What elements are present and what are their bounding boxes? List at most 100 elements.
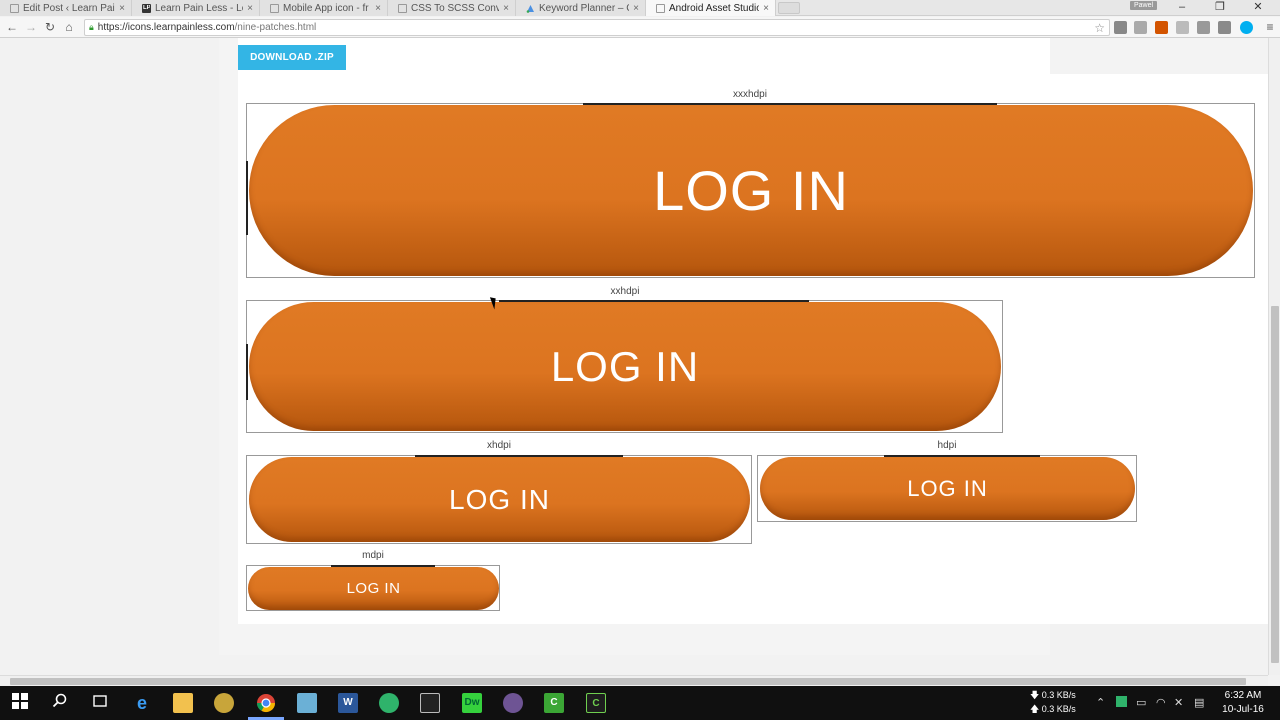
dreamweaver-icon[interactable]: Dw	[462, 693, 482, 713]
media-app-icon[interactable]	[214, 693, 234, 713]
tab-css-to-scss[interactable]: CSS To SCSS Conver ×	[388, 0, 516, 16]
vertical-scroll-thumb[interactable]	[1271, 306, 1279, 663]
tab-title: Keyword Planner – G	[539, 2, 630, 14]
new-tab-button[interactable]	[778, 2, 800, 14]
stretch-guide	[246, 161, 248, 235]
nine-patch-preview-xhdpi: LOG IN	[246, 455, 752, 544]
net-down: 0.3 KB/s	[1041, 690, 1076, 700]
system-clock[interactable]: 6:32 AM 10-Jul-16	[1218, 689, 1268, 717]
login-button-preview: LOG IN	[249, 105, 1253, 276]
page-icon	[270, 3, 279, 13]
close-tab-icon[interactable]: ×	[633, 3, 639, 14]
url-path: /nine-patches.html	[234, 22, 317, 33]
clock-time: 6:32 AM	[1224, 690, 1262, 701]
chrome-icon[interactable]	[256, 693, 276, 713]
nine-patch-preview-mdpi: LOG IN	[246, 565, 500, 611]
profile-badge[interactable]: Pawel	[1130, 1, 1158, 10]
network-speed: 🡇 0.3 KB/s 🡅 0.3 KB/s	[1030, 688, 1094, 716]
address-bar[interactable]: 🔒︎ https://icons.learnpainless.com/nine-…	[84, 19, 1110, 36]
notepad-icon[interactable]	[297, 693, 317, 713]
show-hidden-icons-icon[interactable]: ⌃	[1096, 696, 1105, 709]
skype-icon[interactable]	[1240, 21, 1253, 34]
tray-app-icon[interactable]	[1116, 696, 1127, 707]
tab-strip: Edit Post ‹ Learn Pain × LPL Learn Pain …	[0, 0, 1280, 16]
tab-android-asset-studio[interactable]: Android Asset Studio ×	[646, 0, 776, 16]
extension-icon[interactable]	[1155, 21, 1168, 34]
stretch-guide	[246, 344, 248, 400]
lpl-logo-icon: LPL	[142, 3, 151, 13]
extension-icon[interactable]	[1218, 21, 1231, 34]
camtasia-icon[interactable]: C	[544, 693, 564, 713]
download-zip-button[interactable]: DOWNLOAD .ZIP	[238, 45, 346, 70]
camtasia-recorder-icon[interactable]: C	[586, 693, 606, 713]
density-label-hdpi: hdpi	[937, 440, 957, 451]
task-view-icon[interactable]	[90, 693, 110, 713]
vertical-scrollbar[interactable]	[1268, 38, 1280, 675]
github-icon[interactable]	[503, 693, 523, 713]
windows-start-icon[interactable]	[10, 693, 30, 713]
file-explorer-icon[interactable]	[173, 693, 193, 713]
download-arrow-icon: 🡇	[1030, 690, 1040, 700]
login-button-preview: LOG IN	[249, 457, 750, 542]
density-label-xhdpi: xhdpi	[487, 440, 511, 451]
tab-keyword-planner[interactable]: Keyword Planner – G ×	[516, 0, 646, 16]
density-label-mdpi: mdpi	[362, 550, 384, 561]
chrome-menu-icon[interactable]: ≡	[1262, 19, 1278, 35]
extension-icon[interactable]	[1176, 21, 1189, 34]
forward-icon[interactable]: →	[23, 19, 39, 35]
nine-patch-preview-hdpi: LOG IN	[757, 455, 1137, 522]
close-tab-icon[interactable]: ×	[503, 3, 509, 14]
lock-icon: 🔒︎	[89, 22, 94, 32]
login-button-preview: LOG IN	[248, 567, 499, 610]
horizontal-scroll-thumb[interactable]	[10, 678, 1246, 685]
extension-icon[interactable]	[1134, 21, 1147, 34]
tab-title: CSS To SCSS Conver	[411, 2, 499, 14]
close-tab-icon[interactable]: ×	[763, 3, 769, 14]
close-tab-icon[interactable]: ×	[375, 3, 381, 14]
word-icon[interactable]: W	[338, 693, 358, 713]
tab-title: Edit Post ‹ Learn Pain	[23, 2, 116, 14]
green-app-icon[interactable]	[379, 693, 399, 713]
page-icon	[10, 3, 19, 13]
tab-title: Learn Pain Less - Lea	[155, 2, 244, 14]
home-icon[interactable]: ⌂	[61, 19, 77, 35]
tab-title: Android Asset Studio	[669, 2, 760, 14]
reload-icon[interactable]: ↻	[42, 19, 58, 35]
back-icon[interactable]: ←	[4, 19, 20, 35]
density-label-xxhdpi: xxhdpi	[610, 286, 640, 297]
url-host: https://icons.learnpainless.com	[97, 22, 235, 33]
tab-title: Mobile App icon - fr	[283, 2, 369, 14]
clock-date: 10-Jul-16	[1222, 704, 1264, 715]
upload-arrow-icon: 🡅	[1030, 704, 1040, 714]
extension-icon[interactable]	[1197, 21, 1210, 34]
tab-mobile-app-icon[interactable]: Mobile App icon - fr ×	[260, 0, 388, 16]
nine-patch-preview-xxhdpi: LOG IN	[246, 300, 1003, 433]
horizontal-scrollbar[interactable]	[0, 675, 1268, 686]
windows-taskbar: e W Dw C C 🡇 0.3 KB/s 🡅 0.3 KB/s ⌃ ▭ ◠ ✕…	[0, 686, 1280, 720]
tab-learn-pain-less[interactable]: LPL Learn Pain Less - Lea ×	[132, 0, 260, 16]
browser-toolbar: ← → ↻ ⌂ 🔒︎ https://icons.learnpainless.c…	[0, 17, 1280, 38]
login-button-preview: LOG IN	[760, 457, 1135, 520]
panel-header-strip	[1050, 38, 1268, 74]
close-window-icon[interactable]: ✕	[1240, 0, 1276, 14]
close-tab-icon[interactable]: ×	[247, 3, 253, 14]
restore-icon[interactable]: ❐	[1202, 0, 1238, 14]
extension-icon[interactable]	[1114, 21, 1127, 34]
search-icon[interactable]	[50, 693, 70, 713]
tab-edit-post[interactable]: Edit Post ‹ Learn Pain ×	[0, 0, 132, 16]
close-tab-icon[interactable]: ×	[119, 3, 125, 14]
page-icon	[656, 3, 665, 13]
page-viewport: DOWNLOAD .ZIP xxxhdpi LOG IN xxhdpi LOG …	[0, 38, 1268, 675]
bookmark-star-icon[interactable]: ☆	[1094, 21, 1105, 35]
wifi-icon[interactable]: ◠	[1156, 696, 1166, 709]
nine-patch-preview-xxxhdpi: LOG IN	[246, 103, 1255, 278]
minimize-icon[interactable]: –	[1164, 0, 1200, 14]
edge-icon[interactable]: e	[132, 693, 152, 713]
adwords-icon	[526, 4, 535, 13]
notifications-icon[interactable]: ▤	[1194, 696, 1204, 709]
cmd-icon[interactable]	[420, 693, 440, 713]
page-icon	[398, 3, 407, 13]
battery-icon[interactable]: ▭	[1136, 696, 1146, 709]
density-label-xxxhdpi: xxxhdpi	[733, 89, 767, 100]
volume-muted-icon[interactable]: ✕	[1174, 696, 1183, 709]
